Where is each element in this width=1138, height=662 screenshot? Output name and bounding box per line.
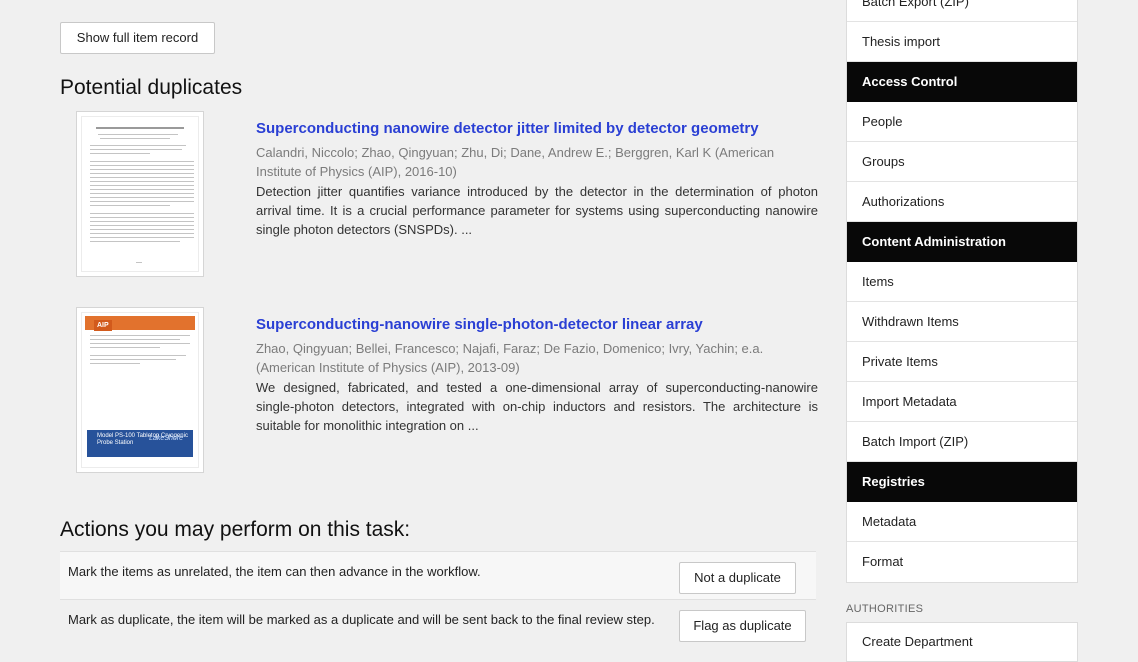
sidebar-item-groups[interactable]: Groups: [847, 142, 1077, 182]
sidebar-item-batch-export[interactable]: Batch Export (ZIP): [847, 0, 1077, 22]
sidebar-item-people[interactable]: People: [847, 102, 1077, 142]
sidebar-header-content-administration: Content Administration: [847, 222, 1077, 262]
paper-preview: AIP Model PS-100 Tabletop Cryogenic Prob…: [81, 312, 199, 468]
sidebar-item-metadata[interactable]: Metadata: [847, 502, 1077, 542]
authorities-label: AUTHORITIES: [846, 603, 924, 615]
thumbnail[interactable]: AIP Model PS-100 Tabletop Cryogenic Prob…: [76, 307, 204, 473]
authorities-menu: Create Department: [846, 622, 1078, 662]
admin-sidebar: Batch Export (ZIP) Thesis import Access …: [846, 0, 1079, 662]
action-row-flag-duplicate: Mark as duplicate, the item will be mark…: [60, 599, 816, 659]
sidebar-item-authorizations[interactable]: Authorizations: [847, 182, 1077, 222]
sidebar-header-access-control: Access Control: [847, 62, 1077, 102]
ad-brand: LakeShore: [149, 435, 183, 442]
not-a-duplicate-button[interactable]: Not a duplicate: [679, 562, 796, 594]
action-description: Mark the items as unrelated, the item ca…: [68, 564, 481, 579]
potential-duplicates-heading: Potential duplicates: [60, 76, 243, 99]
paper-preview: [81, 116, 199, 272]
sidebar-item-items[interactable]: Items: [847, 262, 1077, 302]
actions-heading: Actions you may perform on this task:: [60, 518, 411, 541]
advertisement-banner: Model PS-100 Tabletop Cryogenic Probe St…: [87, 430, 193, 457]
sidebar-item-private-items[interactable]: Private Items: [847, 342, 1077, 382]
sidebar-item-import-metadata[interactable]: Import Metadata: [847, 382, 1077, 422]
action-description: Mark as duplicate, the item will be mark…: [68, 612, 655, 627]
duplicate-details: Superconducting nanowire detector jitter…: [256, 119, 818, 239]
show-full-record-button[interactable]: Show full item record: [60, 22, 215, 54]
duplicate-details: Superconducting-nanowire single-photon-d…: [256, 315, 818, 435]
thumbnail[interactable]: [76, 111, 204, 277]
duplicate-title-link[interactable]: Superconducting-nanowire single-photon-d…: [256, 315, 818, 335]
duplicate-authors: Zhao, Qingyuan; Bellei, Francesco; Najaf…: [256, 341, 764, 375]
sidebar-item-withdrawn-items[interactable]: Withdrawn Items: [847, 302, 1077, 342]
sidebar-header-registries: Registries: [847, 462, 1077, 502]
sidebar-item-format[interactable]: Format: [847, 542, 1077, 582]
sidebar-item-thesis-import[interactable]: Thesis import: [847, 22, 1077, 62]
aip-logo: AIP: [94, 320, 112, 331]
action-row-not-duplicate: Mark the items as unrelated, the item ca…: [60, 551, 816, 599]
flag-as-duplicate-button[interactable]: Flag as duplicate: [679, 610, 806, 642]
sidebar-item-batch-import[interactable]: Batch Import (ZIP): [847, 422, 1077, 462]
duplicate-title-link[interactable]: Superconducting nanowire detector jitter…: [256, 119, 818, 139]
sidebar-menu: Batch Export (ZIP) Thesis import Access …: [846, 0, 1078, 583]
duplicate-authors: Calandri, Niccolo; Zhao, Qingyuan; Zhu, …: [256, 145, 775, 179]
page: Show full item record Potential duplicat…: [0, 0, 1138, 662]
duplicate-abstract: We designed, fabricated, and tested a on…: [256, 380, 818, 433]
main-content: Show full item record Potential duplicat…: [60, 0, 820, 659]
sidebar-item-create-department[interactable]: Create Department: [847, 623, 1077, 661]
duplicate-abstract: Detection jitter quantifies variance int…: [256, 184, 818, 237]
journal-banner: AIP: [85, 316, 195, 331]
